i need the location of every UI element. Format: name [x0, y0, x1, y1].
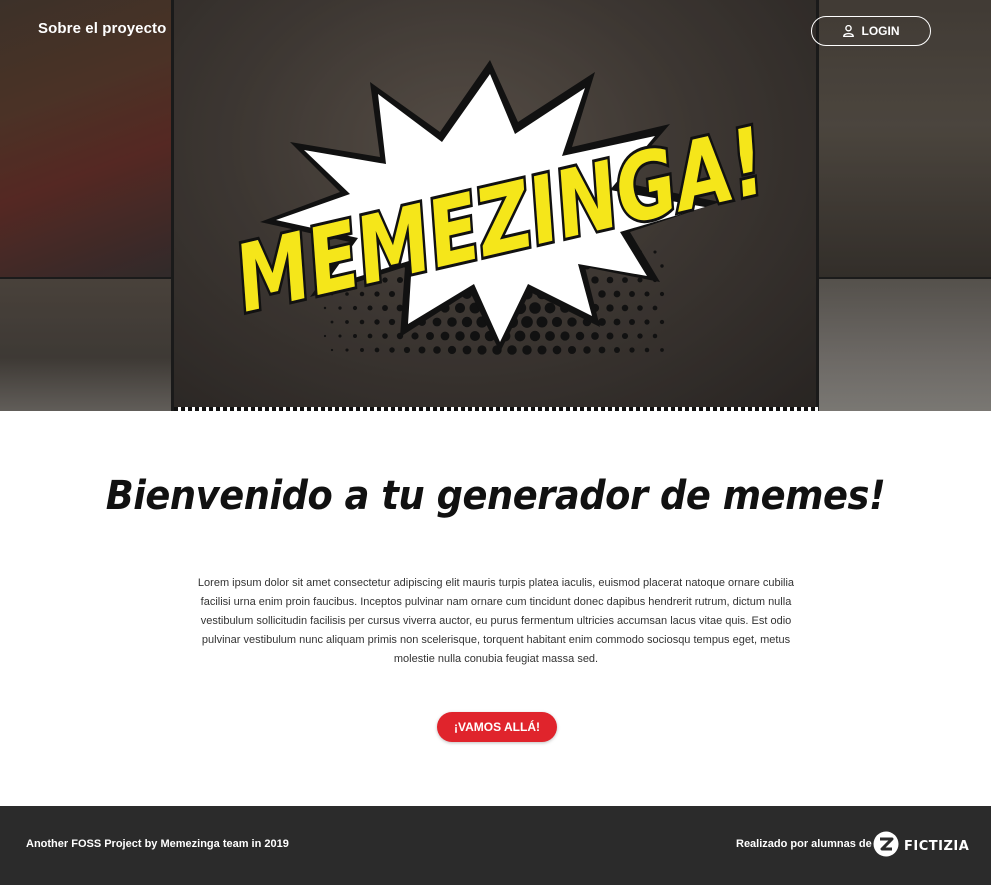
- halftone-dot: [637, 305, 643, 311]
- halftone-dot: [454, 302, 466, 314]
- panel-divider: [171, 0, 174, 411]
- fictizia-link[interactable]: FICTIZIA: [873, 831, 969, 862]
- halftone-dot: [455, 331, 465, 341]
- halftone-dot: [551, 316, 563, 328]
- halftone-dot: [614, 347, 620, 353]
- halftone-dot: [529, 302, 541, 314]
- hero-banner: Sobre el proyecto LOGIN MEMEZINGA!: [0, 0, 991, 411]
- halftone-dot: [552, 345, 562, 355]
- comic-dash-strip: [174, 407, 818, 411]
- halftone-dot: [359, 319, 365, 325]
- halftone-dot: [644, 291, 650, 297]
- halftone-dot: [660, 348, 664, 352]
- halftone-dot: [447, 317, 457, 327]
- panel-divider: [816, 0, 819, 411]
- halftone-dot: [629, 347, 635, 353]
- halftone-dot: [637, 333, 643, 339]
- halftone-dot: [367, 333, 373, 339]
- halftone-dot: [462, 345, 472, 355]
- halftone-dot: [644, 319, 650, 325]
- halftone-dot: [622, 277, 628, 283]
- halftone-dot: [389, 347, 395, 353]
- halftone-dot: [644, 347, 650, 353]
- halftone-dot: [411, 332, 419, 340]
- halftone-dot: [521, 316, 533, 328]
- halftone-dot: [447, 345, 457, 355]
- halftone-dot: [433, 346, 441, 354]
- halftone-dot: [388, 318, 396, 326]
- memezinga-logo: MEMEZINGA!: [223, 60, 779, 355]
- halftone-dot: [477, 345, 487, 355]
- halftone-dot: [621, 332, 629, 340]
- halftone-dot: [426, 332, 434, 340]
- halftone-dot: [621, 304, 629, 312]
- halftone-dot: [529, 330, 541, 342]
- welcome-heading: Bienvenido a tu generador de memes!: [105, 473, 886, 519]
- login-label: LOGIN: [861, 24, 900, 38]
- halftone-dot: [567, 345, 577, 355]
- nav-about-link[interactable]: Sobre el proyecto: [38, 20, 166, 37]
- halftone-dot: [536, 316, 548, 328]
- halftone-dot: [613, 290, 621, 298]
- halftone-dot: [606, 276, 614, 284]
- halftone-dot: [418, 346, 426, 354]
- halftone-dot: [545, 331, 555, 341]
- halftone-dot: [330, 320, 334, 324]
- halftone-dot: [374, 319, 380, 325]
- intro-paragraph: Lorem ipsum dolor sit amet consectetur a…: [197, 577, 795, 665]
- halftone-dot: [382, 333, 388, 339]
- fictizia-brand-name: FICTIZIA: [904, 839, 970, 854]
- halftone-dot: [613, 318, 621, 326]
- halftone-dot: [338, 334, 342, 338]
- halftone-dot: [659, 319, 665, 325]
- halftone-dot: [629, 291, 635, 297]
- panel-divider: [0, 277, 172, 279]
- halftone-dot: [537, 345, 547, 355]
- halftone-dot: [353, 334, 357, 338]
- halftone-dot: [629, 319, 635, 325]
- start-button[interactable]: ¡VAMOS ALLÁ!: [437, 712, 557, 742]
- footer: Another FOSS Project by Memezinga team i…: [0, 806, 991, 885]
- panel-divider: [818, 277, 991, 279]
- halftone-dot: [583, 346, 591, 354]
- halftone-dot: [432, 317, 442, 327]
- halftone-dot: [507, 345, 517, 355]
- halftone-dot: [461, 316, 473, 328]
- halftone-dot: [567, 317, 577, 327]
- halftone-dot: [606, 304, 614, 312]
- halftone-dot: [652, 333, 658, 339]
- halftone-dot: [469, 330, 481, 342]
- halftone-dot: [653, 250, 657, 254]
- halftone-dot: [598, 346, 606, 354]
- halftone-dot: [659, 291, 665, 297]
- halftone-dot: [367, 305, 373, 311]
- halftone-dot: [598, 290, 606, 298]
- halftone-dot: [374, 347, 380, 353]
- user-icon: [842, 25, 854, 37]
- fictizia-logo-icon: [873, 831, 899, 862]
- halftone-dot: [652, 305, 658, 311]
- login-button[interactable]: LOGIN: [811, 16, 931, 46]
- halftone-dot: [345, 320, 349, 324]
- halftone-dot: [606, 332, 614, 340]
- halftone-dot: [360, 348, 364, 352]
- footer-credit: Another FOSS Project by Memezinga team i…: [26, 838, 289, 850]
- halftone-dot: [403, 346, 411, 354]
- halftone-dot: [591, 332, 599, 340]
- halftone-dot: [522, 345, 532, 355]
- halftone-dot: [330, 348, 334, 352]
- halftone-dot: [544, 302, 556, 314]
- halftone-dot: [514, 330, 526, 342]
- halftone-dot: [345, 348, 349, 352]
- halftone-dot: [575, 331, 585, 341]
- halftone-dot: [323, 334, 327, 338]
- halftone-dot: [382, 305, 388, 311]
- halftone-dot: [591, 276, 599, 284]
- halftone-dot: [660, 264, 664, 268]
- footer-made-by: Realizado por alumnas de: [736, 838, 872, 850]
- halftone-dot: [440, 331, 450, 341]
- halftone-dot: [560, 331, 570, 341]
